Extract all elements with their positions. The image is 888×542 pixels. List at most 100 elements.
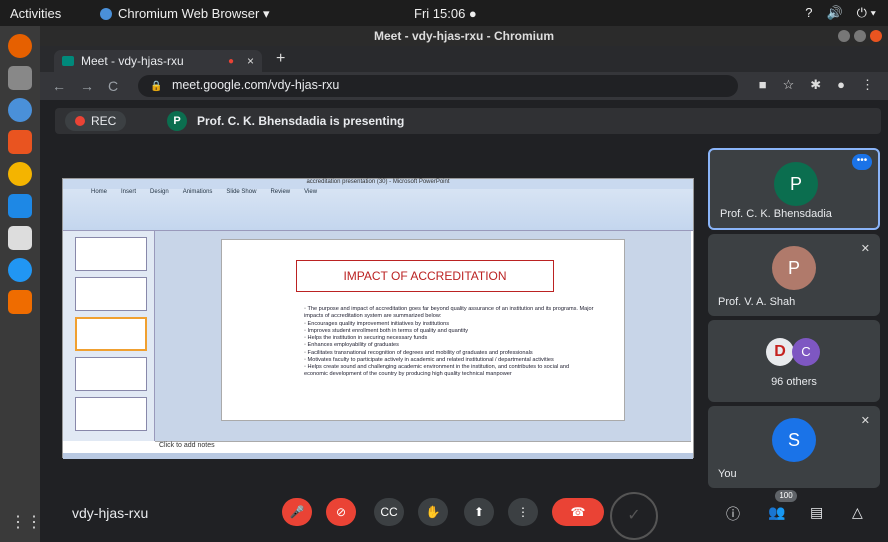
present-button[interactable]: ⬆ bbox=[464, 498, 494, 526]
participant-tile[interactable]: ✕ P Prof. V. A. Shah bbox=[708, 234, 880, 316]
info-icon[interactable]: ⓘ bbox=[726, 504, 740, 524]
participant-tile[interactable]: ••• P Prof. C. K. Bhensdadia bbox=[708, 148, 880, 230]
window-title-bar: Meet - vdy-hjas-rxu - Chromium bbox=[40, 26, 888, 46]
avatar: S bbox=[772, 418, 816, 462]
bullet: Enhances employability of graduates bbox=[304, 342, 594, 349]
tab-meet[interactable]: Meet - vdy-hjas-rxu ● × bbox=[54, 50, 262, 72]
bullet: Improves student enrollment both in term… bbox=[304, 328, 594, 335]
url-text: meet.google.com/vdy-hjas-rxu bbox=[171, 78, 340, 92]
ppt-tab: Insert bbox=[121, 189, 137, 195]
self-tile[interactable]: ✕ S You bbox=[708, 406, 880, 488]
bullet: Motivates faculty to participate activel… bbox=[304, 357, 594, 364]
present-icon: ⬆ bbox=[473, 505, 485, 519]
participant-name: Prof. C. K. Bhensdadia bbox=[720, 208, 832, 220]
presenting-banner: P Prof. C. K. Bhensdadia is presenting bbox=[167, 111, 404, 131]
os-top-bar: Activities Chromium Web Browser ▾ Fri 15… bbox=[0, 0, 888, 26]
shared-screen[interactable]: accreditation presentation (30) - Micros… bbox=[62, 178, 694, 459]
tab-close-button[interactable]: × bbox=[247, 54, 254, 68]
presentation-icon[interactable] bbox=[8, 226, 32, 250]
tab-strip: Meet - vdy-hjas-rxu ● × + bbox=[40, 46, 888, 72]
camera-icon[interactable]: ■ bbox=[759, 77, 767, 93]
software-icon[interactable] bbox=[8, 130, 32, 154]
extensions-icon[interactable]: ✱ bbox=[810, 77, 821, 93]
firefox-icon[interactable] bbox=[8, 34, 32, 58]
control-bar: vdy-hjas-rxu 🎤 ⊘ CC ✋ ⬆ ⋮ ☎ ✓ ⓘ 100 👥 ▤ … bbox=[40, 488, 888, 542]
activities-icon[interactable]: △ bbox=[852, 504, 863, 521]
slide-thumbnail bbox=[75, 357, 147, 391]
others-count: 96 others bbox=[771, 376, 817, 388]
vscode-icon[interactable] bbox=[8, 194, 32, 218]
check-icon: ✓ bbox=[610, 492, 658, 540]
raise-hand-button[interactable]: ✋ bbox=[418, 498, 448, 526]
minimize-button[interactable] bbox=[838, 30, 850, 42]
profile-icon[interactable]: ● bbox=[837, 77, 845, 93]
bullet: Encourages quality improvement initiativ… bbox=[304, 321, 594, 328]
volume-icon: 🔊 bbox=[826, 5, 843, 20]
chromium-icon bbox=[100, 8, 112, 20]
chat-icon[interactable] bbox=[8, 258, 32, 282]
avatar: P bbox=[772, 246, 816, 290]
ppt-tab: Home bbox=[91, 189, 108, 195]
chromium-dock-icon[interactable] bbox=[8, 98, 32, 122]
bullet: Facilitates transnational recognition of… bbox=[304, 350, 594, 357]
system-tray[interactable]: ? 🔊 ⏻ ▾ bbox=[805, 5, 876, 21]
ppt-tab: Slide Show bbox=[226, 189, 257, 195]
others-tile[interactable]: D C 96 others bbox=[708, 320, 880, 402]
address-bar[interactable]: 🔒 meet.google.com/vdy-hjas-rxu bbox=[138, 75, 738, 97]
participant-count-badge: 100 bbox=[775, 490, 797, 502]
recording-indicator-icon: ● bbox=[227, 55, 234, 67]
mic-toggle-button[interactable]: 🎤 bbox=[282, 498, 312, 526]
meet-favicon bbox=[62, 56, 74, 66]
app-menu[interactable]: Chromium Web Browser ▾ bbox=[100, 6, 270, 22]
ppt-tab: Animations bbox=[182, 189, 213, 195]
ppt-tab: Design bbox=[150, 189, 169, 195]
window-controls bbox=[838, 30, 882, 42]
captions-icon: CC bbox=[380, 505, 398, 519]
presenter-avatar: P bbox=[167, 111, 187, 131]
people-icon[interactable]: 👥 bbox=[768, 504, 785, 521]
ppt-ribbon: accreditation presentation (30) - Micros… bbox=[63, 179, 693, 231]
other-avatar: C bbox=[792, 338, 820, 366]
close-window-button[interactable] bbox=[870, 30, 882, 42]
dock: ⋮⋮⋮ bbox=[0, 26, 58, 542]
mic-off-icon: 🎤 bbox=[289, 505, 305, 519]
bookmark-star-icon[interactable]: ☆ bbox=[783, 77, 795, 93]
camera-toggle-button[interactable]: ⊘ bbox=[326, 498, 356, 526]
other-avatar-icon: D bbox=[766, 338, 794, 366]
hang-up-icon: ☎ bbox=[570, 505, 586, 519]
network-icon: ? bbox=[805, 5, 813, 20]
files-icon[interactable] bbox=[8, 66, 32, 90]
settings-app-icon[interactable] bbox=[8, 290, 32, 314]
bullet: Helps the institution in securing necess… bbox=[304, 335, 594, 342]
ppt-status-bar bbox=[63, 453, 693, 459]
captions-button[interactable]: CC bbox=[374, 498, 404, 526]
lock-icon: 🔒 bbox=[150, 81, 163, 92]
menu-icon[interactable]: ⋮ bbox=[861, 77, 874, 93]
power-icon: ⏻ ▾ bbox=[856, 5, 876, 20]
ppt-tab: View bbox=[304, 189, 318, 195]
slide-thumbnail bbox=[75, 397, 147, 431]
chat-icon[interactable]: ▤ bbox=[810, 504, 823, 521]
forward-icon[interactable]: → bbox=[80, 78, 94, 94]
more-options-icon[interactable]: ••• bbox=[852, 154, 872, 170]
new-tab-button[interactable]: + bbox=[276, 50, 285, 68]
recording-button[interactable]: REC bbox=[65, 111, 127, 131]
clock[interactable]: Fri 15:06 ● bbox=[414, 6, 477, 21]
recording-bar: REC P Prof. C. K. Bhensdadia is presenti… bbox=[55, 108, 881, 134]
more-vert-icon: ⋮ bbox=[517, 505, 529, 519]
reload-icon[interactable]: C bbox=[108, 78, 118, 94]
participant-name: Prof. V. A. Shah bbox=[718, 296, 796, 308]
slide-thumbnail bbox=[75, 317, 147, 351]
chrome-icon[interactable] bbox=[8, 162, 32, 186]
more-options-button[interactable]: ⋮ bbox=[508, 498, 538, 526]
activities-button[interactable]: Activities bbox=[10, 6, 61, 21]
back-icon[interactable]: ← bbox=[52, 78, 66, 94]
bullet: Helps create sound and challenging acade… bbox=[304, 364, 594, 379]
ppt-tab: Review bbox=[270, 189, 291, 195]
slide-thumbnail bbox=[75, 237, 147, 271]
meet-page: REC P Prof. C. K. Bhensdadia is presenti… bbox=[40, 100, 888, 542]
toolbar: ← → C 🔒 meet.google.com/vdy-hjas-rxu ■ ☆… bbox=[40, 72, 888, 100]
maximize-button[interactable] bbox=[854, 30, 866, 42]
leave-call-button[interactable]: ☎ bbox=[552, 498, 604, 526]
slide-thumbnail bbox=[75, 277, 147, 311]
